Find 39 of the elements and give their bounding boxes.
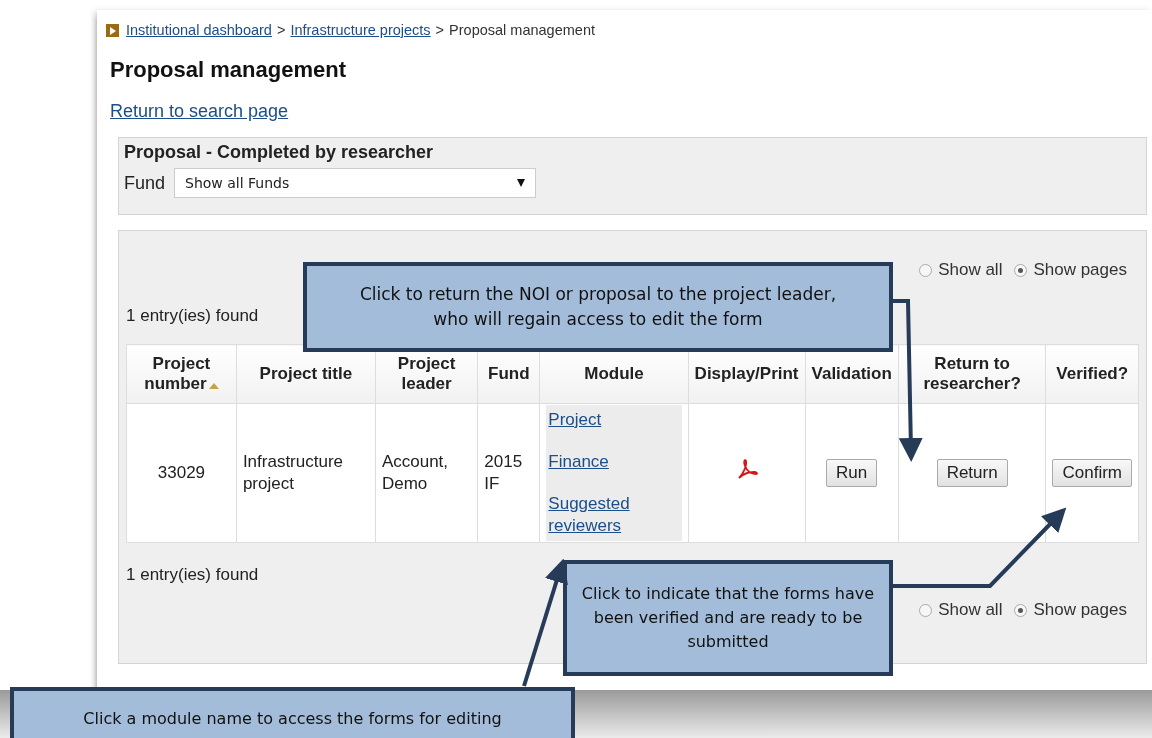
radio-button[interactable] bbox=[919, 263, 933, 277]
radio-label: Show pages bbox=[1033, 260, 1127, 280]
breadcrumb-current: Proposal management bbox=[449, 22, 595, 38]
filter-title: Proposal - Completed by researcher bbox=[124, 142, 435, 163]
radio-label: Show all bbox=[938, 260, 1003, 280]
column-header: Return to researcher? bbox=[898, 344, 1046, 404]
module-link[interactable]: Project bbox=[548, 408, 666, 431]
module-link[interactable]: Finance bbox=[548, 450, 666, 473]
table-cell: 2015 IF bbox=[477, 403, 540, 543]
callout-box: Click to indicate that the forms have been verified and are ready to be submitted bbox=[563, 560, 893, 676]
run-button[interactable]: Run bbox=[826, 459, 878, 487]
table-cell: Infrastructure project bbox=[236, 403, 376, 543]
table-cell: Account, Demo bbox=[375, 403, 478, 543]
entry-count: 1 entry(ies) found bbox=[126, 306, 259, 326]
radio-button[interactable] bbox=[1014, 603, 1028, 617]
radio-label: Show pages bbox=[1033, 600, 1127, 620]
radio-button[interactable] bbox=[919, 603, 933, 617]
fund-dropdown[interactable]: Show all Funds bbox=[174, 168, 537, 198]
callout-box: Click a module name to access the forms for editing bbox=[10, 687, 575, 738]
play-icon bbox=[106, 23, 119, 37]
column-header: Verified? bbox=[1045, 344, 1139, 404]
caret-icon bbox=[517, 179, 526, 187]
column-header[interactable]: Project number bbox=[126, 344, 237, 404]
breadcrumb-separator: > bbox=[276, 22, 286, 38]
breadcrumb-separator: > bbox=[435, 22, 445, 38]
page-heading: Proposal management bbox=[110, 57, 347, 83]
module-link[interactable]: Suggested reviewers bbox=[548, 493, 666, 538]
breadcrumb-link[interactable]: Institutional dashboard bbox=[126, 22, 272, 38]
radio-label: Show all bbox=[938, 600, 1003, 620]
fund-label: Fund bbox=[124, 172, 166, 194]
confirm-button[interactable]: Confirm bbox=[1052, 459, 1132, 487]
return-link[interactable]: Return to search page bbox=[110, 101, 289, 121]
column-header: Project title bbox=[236, 344, 376, 404]
radio-button[interactable] bbox=[1014, 263, 1028, 277]
entry-count: 1 entry(ies) found bbox=[126, 565, 259, 586]
return-button[interactable]: Return bbox=[936, 459, 1008, 487]
table-cell: 33029 bbox=[126, 403, 237, 543]
callout-box: Click to return the NOI or proposal to the project leader, who will regain access to edit the form bbox=[303, 262, 893, 352]
breadcrumb-link[interactable]: Infrastructure projects bbox=[290, 22, 431, 38]
